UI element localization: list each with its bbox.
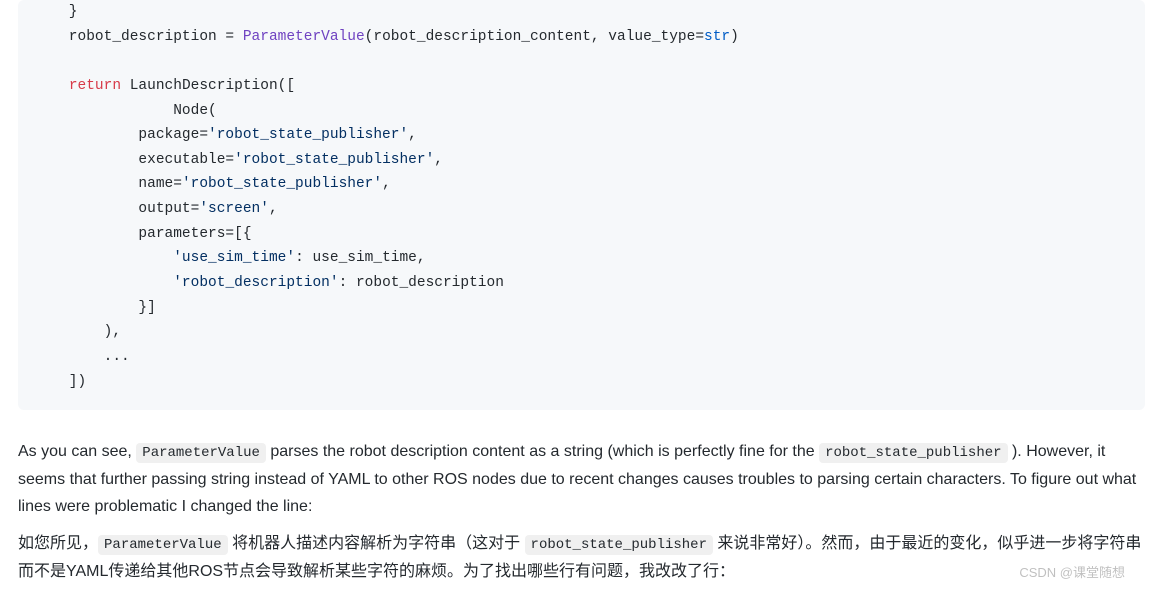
- prose-section: As you can see, ParameterValue parses th…: [18, 438, 1145, 585]
- text: 如您所见，: [18, 535, 98, 552]
- paragraph-en: As you can see, ParameterValue parses th…: [18, 438, 1145, 520]
- inline-code: ParameterValue: [98, 535, 228, 555]
- inline-code: robot_state_publisher: [525, 535, 713, 555]
- code-block: } robot_description = ParameterValue(rob…: [18, 0, 1145, 410]
- text: As you can see,: [18, 443, 136, 460]
- inline-code: ParameterValue: [136, 443, 266, 463]
- text: parses the robot description content as …: [266, 443, 819, 460]
- paragraph-zh: 如您所见，ParameterValue 将机器人描述内容解析为字符串（这对于 r…: [18, 530, 1145, 585]
- text: 将机器人描述内容解析为字符串（这对于: [228, 535, 525, 552]
- inline-code: robot_state_publisher: [819, 443, 1007, 463]
